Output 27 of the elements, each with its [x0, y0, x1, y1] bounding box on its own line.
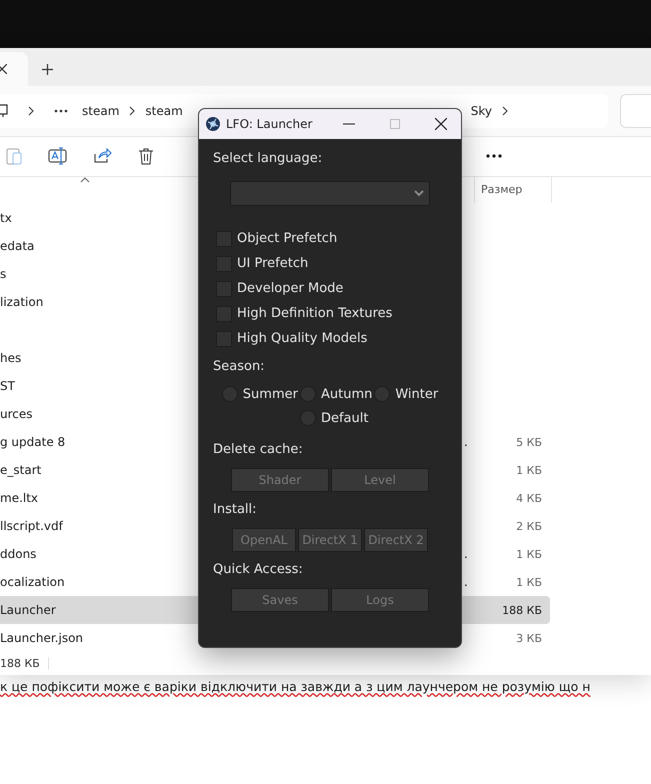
file-name: Launcher: [0, 603, 56, 618]
section-label: Season:: [213, 359, 266, 374]
section-label: Install:: [213, 502, 258, 517]
section-label: Select language:: [213, 151, 324, 166]
file-name: ddons: [0, 547, 36, 562]
file-size: 4 КБ: [515, 492, 542, 505]
window-title: LFO: Launcher: [226, 117, 314, 131]
status-text: 188 КБ: [0, 657, 49, 670]
file-name: e_start: [0, 463, 42, 478]
file-name: Launcher.json: [0, 631, 84, 646]
file-size: 1 КБ: [515, 548, 542, 561]
file-name: me.ltx: [0, 491, 38, 506]
section-label: Quick Access:: [213, 562, 304, 577]
message-text: к це пофіксити може є варіки відключити на завжди а з цим лаунчером не розумію що н: [0, 678, 590, 694]
section-label: Delete cache:: [213, 442, 304, 457]
file-size: 188 КБ: [501, 604, 542, 617]
file-name: ocalization: [0, 575, 65, 590]
file-name: tx: [0, 211, 12, 226]
file-name: llscript.vdf: [0, 519, 63, 534]
file-size: 1 КБ: [515, 576, 542, 589]
file-type: .: [464, 575, 468, 590]
file-size: 3 КБ: [515, 632, 542, 645]
file-size: 1 КБ: [515, 464, 542, 477]
file-type: .: [464, 435, 468, 450]
file-type: .: [464, 547, 468, 562]
file-size: 2 КБ: [515, 520, 542, 533]
file-size: 5 КБ: [515, 436, 542, 449]
